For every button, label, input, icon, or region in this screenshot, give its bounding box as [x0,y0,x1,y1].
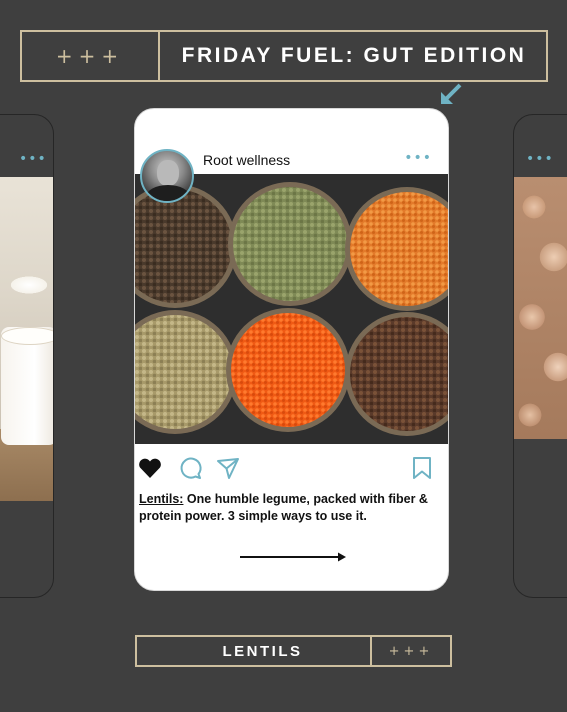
caption-text: One humble legume, packed with fiber & p… [139,492,428,523]
banner-title: FRIDAY FUEL: GUT EDITION [181,44,527,67]
pointer-arrow-icon [441,83,462,104]
post-caption: Lentils: One humble legume, packed with … [139,491,439,525]
topic-label: LENTILS [222,642,303,660]
title-banner: +++ FRIDAY FUEL: GUT EDITION [20,30,548,82]
caption-keyword[interactable]: Lentils: [139,492,183,506]
prev-post-image [0,177,53,501]
share-icon[interactable] [215,455,241,481]
banner-stars: +++ [22,32,160,80]
topic-tag: LENTILS +++ [135,635,452,667]
bookmark-icon[interactable] [409,455,435,481]
heart-icon[interactable] [137,455,163,481]
post-actions [135,455,448,481]
lentil-bowls-illustration [135,174,448,444]
next-arrow-icon[interactable] [238,551,348,563]
prev-post-card[interactable]: ••• [0,114,54,598]
avatar-shoulders [146,185,190,201]
avatar[interactable] [140,149,194,203]
topic-stars: +++ [370,637,450,665]
post-card: Root wellness ••• Lentils: One humble le… [134,108,449,591]
post-username[interactable]: Root wellness [203,152,290,168]
prev-post-glass [1,327,53,445]
prev-post-more-icon[interactable]: ••• [19,151,47,167]
next-post-card[interactable]: ••• [513,114,567,598]
comment-icon[interactable] [177,455,203,481]
avatar-face [157,160,179,186]
next-post-image [514,177,567,439]
post-photo [135,174,448,444]
post-more-icon[interactable]: ••• [404,150,432,166]
next-post-more-icon[interactable]: ••• [526,151,554,167]
